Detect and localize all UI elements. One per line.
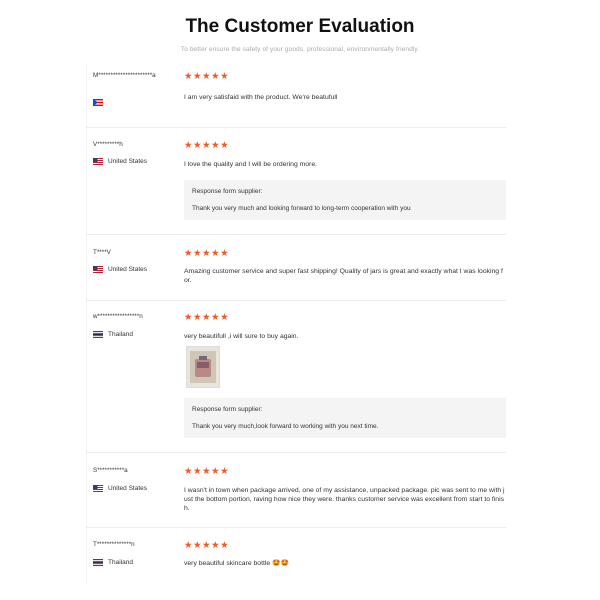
country-name: Thailand: [108, 331, 133, 338]
review-text: I wasn't in town when package arrived, o…: [184, 487, 505, 512]
review-item: V*********h United States ★★★★★ I love t…: [86, 141, 506, 226]
reviewer-country: United States: [93, 266, 147, 273]
reviewer-country: [93, 99, 108, 106]
review-text: Amazing customer service and super fast …: [184, 268, 503, 284]
rating-stars: ★★★★★: [184, 540, 230, 551]
usa-flag-icon: [93, 266, 103, 273]
puerto-rico-flag-icon: [93, 99, 103, 106]
review-item: T****V United States ★★★★★ Amazing custo…: [86, 249, 506, 294]
rating-stars: ★★★★★: [184, 71, 230, 82]
rating-stars: ★★★★★: [184, 466, 230, 477]
reviewer-name: V*********h: [93, 141, 123, 148]
divider: [86, 127, 506, 128]
country-name: United States: [108, 158, 148, 165]
review-text: I am very satisfaid with the product. We…: [184, 94, 338, 101]
review-text: I love the quality and I will be orderin…: [184, 161, 317, 168]
review-text: very beautifull ,i will sure to buy agai…: [184, 333, 299, 340]
response-label: Response form supplier:: [192, 406, 263, 413]
usa-flag-icon: [93, 485, 103, 492]
review-text: very beautiful skincare bottle 🤩🤩: [184, 560, 289, 567]
reviewer-name: T**************n: [93, 541, 135, 548]
review-item: M**********************a ★★★★★ I am very…: [86, 72, 506, 122]
reviewer-name: M**********************a: [93, 72, 156, 79]
rating-stars: ★★★★★: [184, 140, 230, 151]
reviewer-country: Thailand: [93, 559, 133, 566]
reviewer-name: S***********a: [93, 467, 128, 474]
review-item: T**************n Thailand ★★★★★ very bea…: [86, 541, 506, 581]
country-name: United States: [108, 266, 148, 273]
reviewer-country: Thailand: [93, 331, 133, 338]
divider: [86, 300, 506, 301]
response-text: Thank you very much,look forward to work…: [192, 423, 379, 430]
country-name: United States: [108, 485, 148, 492]
usa-flag-icon: [93, 158, 103, 165]
thailand-flag-icon: [93, 559, 103, 566]
reviewer-country: United States: [93, 158, 147, 165]
response-label: Response form supplier:: [192, 188, 263, 195]
page-title: The Customer Evaluation: [185, 16, 415, 37]
reviewer-name: w*****************n: [93, 313, 143, 320]
divider: [86, 527, 506, 528]
thailand-flag-icon: [93, 331, 103, 338]
reviewer-name: T****V: [93, 249, 111, 256]
divider: [86, 452, 506, 453]
supplier-response: Response form supplier: Thank you very m…: [184, 398, 506, 438]
rating-stars: ★★★★★: [184, 312, 230, 323]
review-item: w*****************n Thailand ★★★★★ very …: [86, 313, 506, 438]
divider: [86, 234, 506, 235]
supplier-response: Response form supplier: Thank you very m…: [184, 180, 506, 220]
reviewer-country: United States: [93, 485, 147, 492]
page-subtitle: To better ensure the safety of your good…: [180, 46, 420, 53]
response-text: Thank you very much and looking forward …: [192, 205, 411, 212]
rating-stars: ★★★★★: [184, 248, 230, 259]
review-photo-thumbnail[interactable]: [186, 346, 220, 388]
review-item: S***********a United States ★★★★★ I wasn…: [86, 467, 506, 522]
country-name: Thailand: [108, 559, 133, 566]
